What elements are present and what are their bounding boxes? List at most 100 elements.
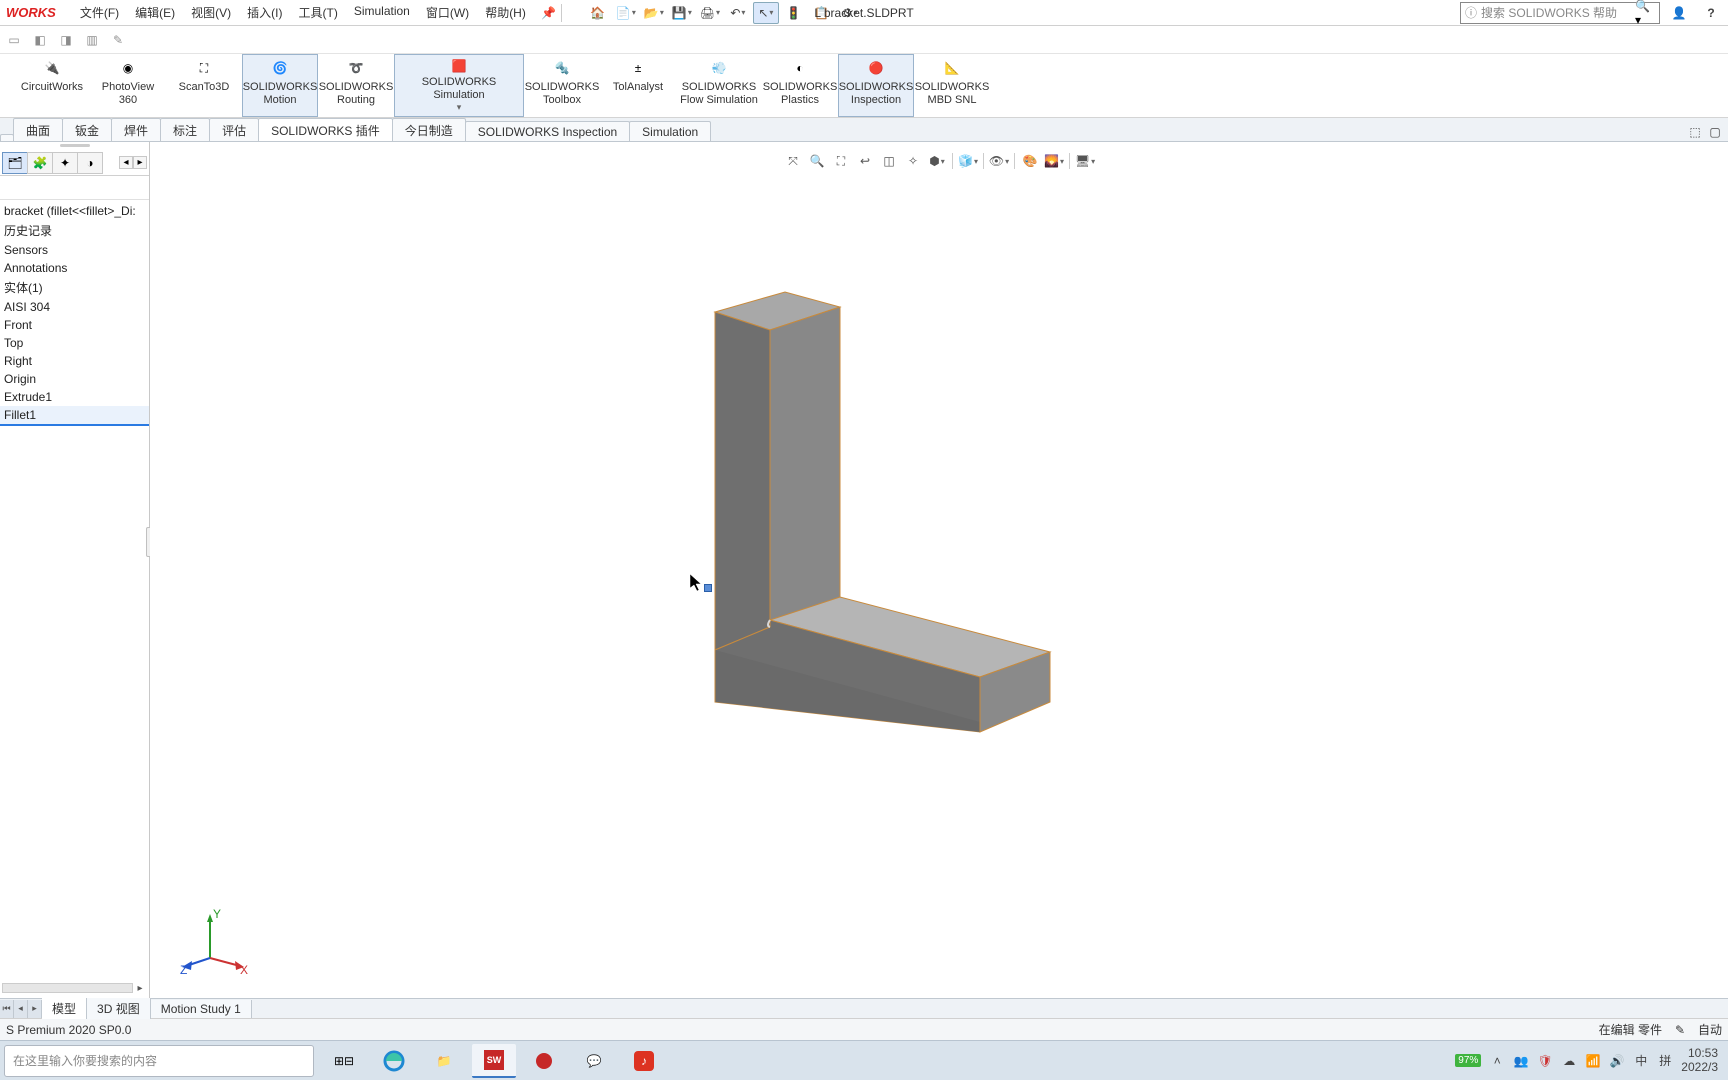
- question-icon[interactable]: ?: [1698, 2, 1724, 24]
- ribbon-scanto3d[interactable]: ⛶ ScanTo3D: [166, 54, 242, 117]
- help-search-box[interactable]: ⓘ 搜索 SOLIDWORKS 帮助 🔍▾: [1460, 2, 1660, 24]
- tab-surface[interactable]: 曲面: [13, 118, 63, 141]
- view-orientation-icon[interactable]: ⬢▾: [926, 150, 948, 172]
- print-icon[interactable]: 🖨▾: [697, 2, 723, 24]
- grey-tool-1-icon[interactable]: ▭: [4, 30, 24, 50]
- tree-sensors[interactable]: Sensors: [0, 241, 149, 259]
- tray-wifi-icon[interactable]: 📶: [1585, 1053, 1601, 1069]
- tab-today-make[interactable]: 今日制造: [392, 118, 466, 141]
- menu-edit[interactable]: 编辑(E): [127, 0, 183, 25]
- view-orient-icon[interactable]: ⤧: [782, 150, 804, 172]
- task-wechat-icon[interactable]: 💬: [572, 1044, 616, 1078]
- tab-weldment[interactable]: 焊件: [111, 118, 161, 141]
- tray-battery[interactable]: 97%: [1455, 1054, 1481, 1067]
- fp-tab-dimxpert-icon[interactable]: ◑: [77, 152, 103, 174]
- user-icon[interactable]: 👤: [1666, 2, 1692, 24]
- tree-history[interactable]: 历史记录: [0, 220, 149, 241]
- pin-icon[interactable]: 📌: [540, 4, 558, 22]
- save-icon[interactable]: 💾▾: [669, 2, 695, 24]
- tray-ime-lang[interactable]: 中: [1633, 1053, 1649, 1069]
- menu-tools[interactable]: 工具(T): [291, 0, 346, 25]
- tab-more-icon[interactable]: ▢: [1706, 123, 1724, 141]
- bt-first-icon[interactable]: ⏮: [0, 1000, 14, 1018]
- feature-tree-filter[interactable]: [0, 176, 149, 200]
- ribbon-sw-motion[interactable]: 🌀 SOLIDWORKS Motion: [242, 54, 318, 117]
- section-view-icon[interactable]: ◫: [878, 150, 900, 172]
- bt-3dview[interactable]: 3D 视图: [87, 998, 151, 1019]
- tree-right[interactable]: Right: [0, 352, 149, 370]
- tab-evaluate[interactable]: 评估: [209, 118, 259, 141]
- ribbon-flow-sim[interactable]: 💨 SOLIDWORKS Flow Simulation: [676, 54, 762, 117]
- orientation-triad[interactable]: Y X Z: [180, 908, 250, 978]
- bt-model[interactable]: 模型: [42, 998, 87, 1019]
- tab-addins[interactable]: SOLIDWORKS 插件: [258, 118, 393, 141]
- fp-tab-propmgr-icon[interactable]: 🧩: [27, 152, 53, 174]
- apply-scene-icon[interactable]: 🌄▾: [1043, 150, 1065, 172]
- tree-front[interactable]: Front: [0, 316, 149, 334]
- view-settings-icon[interactable]: 🖥▾: [1074, 150, 1096, 172]
- ribbon-sw-routing[interactable]: ➰ SOLIDWORKS Routing: [318, 54, 394, 117]
- tray-clock[interactable]: 10:53 2022/3: [1681, 1047, 1718, 1073]
- rebuild-icon[interactable]: 🚦: [781, 2, 807, 24]
- prev-view-icon[interactable]: ↩: [854, 150, 876, 172]
- tab-sheetmetal[interactable]: 钣金: [62, 118, 112, 141]
- menu-insert[interactable]: 插入(I): [239, 0, 290, 25]
- ribbon-inspection[interactable]: 🔴 SOLIDWORKS Inspection: [838, 54, 914, 117]
- tray-volume-icon[interactable]: 🔊: [1609, 1053, 1625, 1069]
- fp-tab-right-arrow-icon[interactable]: ▸: [133, 156, 147, 169]
- windows-search-box[interactable]: 在这里输入你要搜索的内容: [4, 1045, 314, 1077]
- zoom-fit-icon[interactable]: 🔍: [806, 150, 828, 172]
- tree-root[interactable]: bracket (fillet<<fillet>_Di:: [0, 202, 149, 220]
- tray-onedrive-icon[interactable]: ☁: [1561, 1053, 1577, 1069]
- tree-top[interactable]: Top: [0, 334, 149, 352]
- grey-tool-5-icon[interactable]: ✎: [108, 30, 128, 50]
- expand-icon[interactable]: ▾: [457, 102, 462, 112]
- panel-hscroll[interactable]: [2, 983, 133, 993]
- bt-motionstudy[interactable]: Motion Study 1: [151, 1000, 252, 1018]
- menu-help[interactable]: 帮助(H): [477, 0, 534, 25]
- tree-extrude1[interactable]: Extrude1: [0, 388, 149, 406]
- ribbon-mbd-snl[interactable]: 📐 SOLIDWORKS MBD SNL: [914, 54, 990, 117]
- tab-annotate[interactable]: 标注: [160, 118, 210, 141]
- ribbon-sw-simulation[interactable]: 🟥 SOLIDWORKS Simulation ▾: [394, 54, 524, 117]
- tree-fillet1[interactable]: Fillet1: [0, 406, 149, 426]
- dynamic-section-icon[interactable]: ✧: [902, 150, 924, 172]
- tray-shield-icon[interactable]: 🛡: [1537, 1053, 1553, 1069]
- hide-show-icon[interactable]: 👁▾: [988, 150, 1010, 172]
- zoom-area-icon[interactable]: ⛶: [830, 150, 852, 172]
- task-explorer-icon[interactable]: 📁: [422, 1044, 466, 1078]
- tree-solidbodies[interactable]: 实体(1): [0, 277, 149, 298]
- menu-simulation[interactable]: Simulation: [346, 0, 418, 25]
- bt-next-icon[interactable]: ▸: [28, 1000, 42, 1018]
- grey-tool-3-icon[interactable]: ◨: [56, 30, 76, 50]
- fp-tab-configmgr-icon[interactable]: ✦: [52, 152, 78, 174]
- home-icon[interactable]: 🏠: [585, 2, 611, 24]
- display-style-icon[interactable]: 🧊▾: [957, 150, 979, 172]
- open-icon[interactable]: 📂▾: [641, 2, 667, 24]
- fp-tab-left-arrow-icon[interactable]: ◂: [119, 156, 133, 169]
- task-view-icon[interactable]: ⊞⊟: [322, 1044, 366, 1078]
- tray-people-icon[interactable]: 👥: [1513, 1053, 1529, 1069]
- grey-tool-2-icon[interactable]: ◧: [30, 30, 50, 50]
- menu-file[interactable]: 文件(F): [72, 0, 127, 25]
- panel-grip-icon[interactable]: [60, 144, 90, 147]
- task-edge-icon[interactable]: [372, 1044, 416, 1078]
- edit-appearance-icon[interactable]: 🎨: [1019, 150, 1041, 172]
- new-icon[interactable]: 📄▾: [613, 2, 639, 24]
- undo-icon[interactable]: ↶▾: [725, 2, 751, 24]
- tab-left-edge[interactable]: [0, 134, 14, 141]
- ribbon-tolanalyst[interactable]: ± TolAnalyst: [600, 54, 676, 117]
- grey-tool-4-icon[interactable]: ▥: [82, 30, 102, 50]
- tree-origin[interactable]: Origin: [0, 370, 149, 388]
- search-icon[interactable]: 🔍▾: [1635, 4, 1655, 22]
- graphics-viewport[interactable]: ⤧ 🔍 ⛶ ↩ ◫ ✧ ⬢▾ 🧊▾ 👁▾ 🎨 🌄▾ 🖥▾: [150, 142, 1728, 998]
- tree-annotations[interactable]: Annotations: [0, 259, 149, 277]
- select-cursor-icon[interactable]: ↖▾: [753, 2, 779, 24]
- task-netease-icon[interactable]: ♪: [622, 1044, 666, 1078]
- menu-window[interactable]: 窗口(W): [418, 0, 477, 25]
- ribbon-photoview360[interactable]: ◉ PhotoView 360: [90, 54, 166, 117]
- ribbon-sw-toolbox[interactable]: 🔩 SOLIDWORKS Toolbox: [524, 54, 600, 117]
- task-record-icon[interactable]: [522, 1044, 566, 1078]
- menu-view[interactable]: 视图(V): [183, 0, 239, 25]
- tray-chevron-up-icon[interactable]: ˄: [1489, 1053, 1505, 1069]
